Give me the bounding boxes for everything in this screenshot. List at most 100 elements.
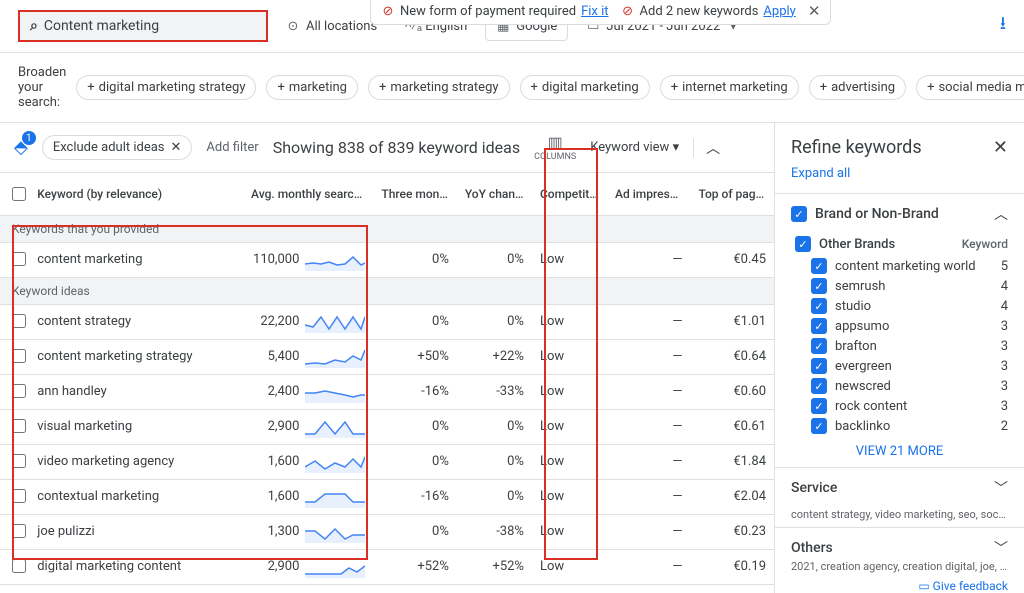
keyword-cell[interactable]: content marketing strategy: [29, 339, 243, 374]
checkbox-checked-icon[interactable]: ✓: [811, 378, 827, 394]
checkbox-checked-icon[interactable]: ✓: [795, 236, 811, 252]
row-checkbox[interactable]: [12, 454, 26, 468]
broaden-pill[interactable]: +marketing strategy: [368, 75, 510, 100]
avg-cell: 5,400: [243, 339, 373, 374]
columns-button[interactable]: ▥ COLUMNS: [534, 133, 576, 162]
header-bid[interactable]: Top of page bid (low range): [690, 173, 774, 215]
bid-cell: €0.45: [690, 242, 774, 277]
broaden-pill[interactable]: +social media marketing: [916, 75, 1024, 100]
yoy-cell: 0%: [457, 444, 532, 479]
ad-cell: —: [607, 479, 690, 514]
keyword-cell[interactable]: content marketing: [29, 242, 243, 277]
comp-cell: Low: [532, 444, 607, 479]
add-filter-button[interactable]: Add filter: [206, 140, 258, 155]
header-3m[interactable]: Three month change: [373, 173, 456, 215]
yoy-cell: +52%: [457, 549, 532, 584]
keyword-cell[interactable]: video marketing agency: [29, 444, 243, 479]
keyword-cell[interactable]: ann handley: [29, 374, 243, 409]
brand-count: 4: [1001, 299, 1008, 314]
others-group-head[interactable]: Others ﹀: [775, 527, 1024, 560]
close-icon[interactable]: ✕: [171, 140, 182, 155]
keyword-cell[interactable]: contextual marketing: [29, 479, 243, 514]
download-icon[interactable]: ⭳: [1000, 11, 1006, 41]
table-row: video marketing agency 1,600 0% 0% Low —…: [0, 444, 774, 479]
row-checkbox[interactable]: [12, 314, 26, 328]
brand-item[interactable]: ✓ backlinko 2: [775, 416, 1024, 436]
close-icon[interactable]: ✕: [808, 2, 821, 20]
exclude-adult-chip[interactable]: Exclude adult ideas ✕: [42, 135, 193, 160]
m3-cell: 0%: [373, 409, 456, 444]
header-avg[interactable]: Avg. monthly searches: [243, 173, 373, 215]
checkbox-checked-icon[interactable]: ✓: [811, 358, 827, 374]
brand-group-head[interactable]: ✓ Brand or Non-Brand ︿: [775, 193, 1024, 234]
checkbox-checked-icon[interactable]: ✓: [811, 278, 827, 294]
checkbox-checked-icon[interactable]: ✓: [811, 338, 827, 354]
bid-cell: €0.23: [690, 514, 774, 549]
comp-cell: Low: [532, 409, 607, 444]
collapse-panel-button[interactable]: ︿: [693, 138, 732, 158]
filter-icon[interactable]: ⬘1: [14, 137, 28, 158]
row-checkbox[interactable]: [12, 349, 26, 363]
brand-label: studio: [835, 299, 871, 314]
yoy-cell: 0%: [457, 242, 532, 277]
select-all-checkbox[interactable]: [12, 187, 26, 201]
keyword-cell[interactable]: visual marketing: [29, 409, 243, 444]
apply-link[interactable]: Apply: [763, 4, 795, 19]
header-ad[interactable]: Ad impression share: [607, 173, 690, 215]
row-checkbox[interactable]: [12, 252, 26, 266]
row-checkbox[interactable]: [12, 384, 26, 398]
checkbox-checked-icon[interactable]: ✓: [811, 398, 827, 414]
alert-text: New form of payment required: [400, 4, 576, 19]
broaden-pill[interactable]: +marketing: [266, 75, 358, 100]
bid-cell: €0.64: [690, 339, 774, 374]
brand-item[interactable]: ✓ semrush 4: [775, 276, 1024, 296]
brand-item[interactable]: ✓ content marketing world 5: [775, 256, 1024, 276]
broaden-pill[interactable]: +internet marketing: [660, 75, 799, 100]
ad-cell: —: [607, 514, 690, 549]
brand-item[interactable]: ✓ brafton 3: [775, 336, 1024, 356]
row-checkbox[interactable]: [12, 419, 26, 433]
brand-count: 3: [1001, 359, 1008, 374]
header-yoy[interactable]: YoY change: [457, 173, 532, 215]
close-icon[interactable]: ✕: [993, 137, 1008, 158]
brand-item[interactable]: ✓ rock content 3: [775, 396, 1024, 416]
keyword-cell[interactable]: digital marketing content: [29, 549, 243, 584]
avg-cell: 1,600: [243, 444, 373, 479]
view-more-link[interactable]: VIEW 21 MORE: [775, 436, 1024, 467]
checkbox-checked-icon[interactable]: ✓: [811, 298, 827, 314]
service-group-head[interactable]: Service ﹀: [775, 467, 1024, 508]
other-brands-label: Other Brands: [819, 237, 895, 252]
m3-cell: +52%: [373, 549, 456, 584]
keywords-table: Keyword (by relevance) Avg. monthly sear…: [0, 173, 774, 585]
keyword-cell[interactable]: joe pulizzi: [29, 514, 243, 549]
keyword-view-dropdown[interactable]: Keyword view ▾: [590, 140, 679, 155]
checkbox-checked-icon[interactable]: ✓: [811, 318, 827, 334]
avg-cell: 2,900: [243, 409, 373, 444]
brand-item[interactable]: ✓ appsumo 3: [775, 316, 1024, 336]
broaden-pill[interactable]: +digital marketing strategy: [76, 75, 256, 100]
comp-cell: Low: [532, 374, 607, 409]
row-checkbox[interactable]: [12, 524, 26, 538]
row-checkbox[interactable]: [12, 489, 26, 503]
search-input[interactable]: ⌕ Content marketing: [18, 10, 268, 42]
row-checkbox[interactable]: [12, 559, 26, 573]
broaden-pill[interactable]: +digital marketing: [520, 75, 650, 100]
broaden-pill[interactable]: +advertising: [809, 75, 906, 100]
comp-cell: Low: [532, 339, 607, 374]
header-competition[interactable]: Competition: [532, 173, 607, 215]
pin-icon: ⊙: [286, 19, 300, 34]
fix-it-link[interactable]: Fix it: [581, 4, 608, 19]
brand-item[interactable]: ✓ evergreen 3: [775, 356, 1024, 376]
expand-all-link[interactable]: Expand all: [775, 166, 1024, 193]
checkbox-checked-icon[interactable]: ✓: [811, 418, 827, 434]
ad-cell: —: [607, 409, 690, 444]
brand-item[interactable]: ✓ newscred 3: [775, 376, 1024, 396]
header-keyword[interactable]: Keyword (by relevance): [29, 173, 243, 215]
keyword-cell[interactable]: content strategy: [29, 304, 243, 339]
comp-cell: Low: [532, 549, 607, 584]
feedback-link[interactable]: ▭ Give feedback: [775, 579, 1024, 593]
m3-cell: 0%: [373, 444, 456, 479]
checkbox-checked-icon[interactable]: ✓: [791, 206, 807, 222]
brand-item[interactable]: ✓ studio 4: [775, 296, 1024, 316]
checkbox-checked-icon[interactable]: ✓: [811, 258, 827, 274]
